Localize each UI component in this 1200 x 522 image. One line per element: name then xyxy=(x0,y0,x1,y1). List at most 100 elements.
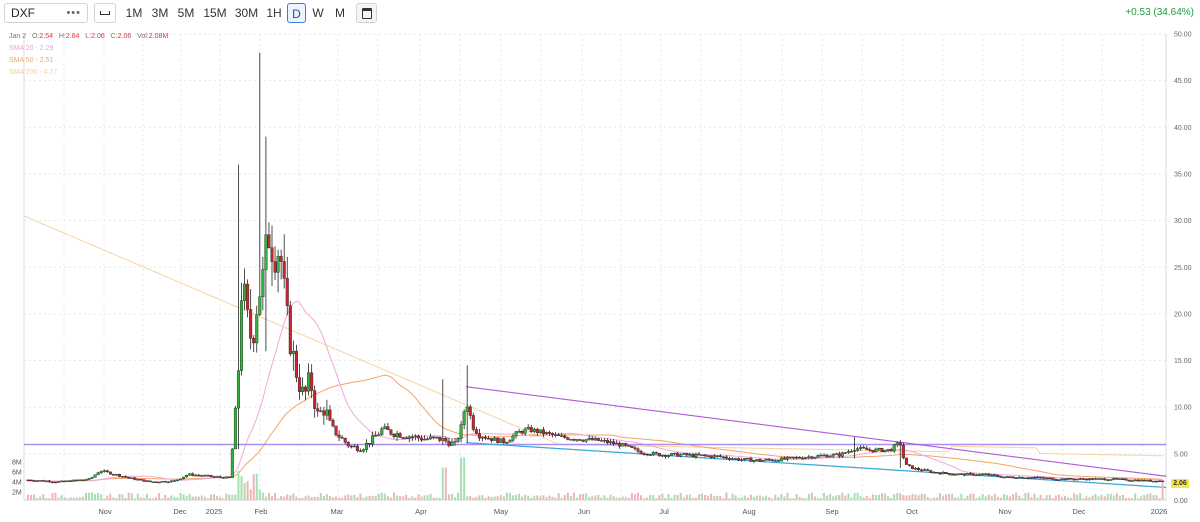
candle-body xyxy=(535,428,539,434)
timeframe-1m[interactable]: 1M xyxy=(124,3,144,23)
candle-body xyxy=(487,438,491,440)
volume-bar xyxy=(579,494,582,500)
candle-body xyxy=(410,436,414,438)
legend-close: 2.06 xyxy=(117,33,132,40)
candle-body xyxy=(121,476,125,478)
candle-body xyxy=(185,475,189,478)
volume-bar xyxy=(637,492,639,500)
candle-body xyxy=(795,457,799,459)
candle-body xyxy=(163,480,167,483)
price-chart[interactable]: 0.00 5.00 10.00 15.00 20.00 25.00 30.00 35.00 40… xyxy=(0,30,1200,522)
candle-body xyxy=(239,300,243,371)
volume-bar xyxy=(877,494,880,500)
chart-type-button[interactable] xyxy=(94,3,116,23)
volume-bar xyxy=(551,496,554,500)
volume-bar xyxy=(841,492,844,500)
volume-bar xyxy=(417,494,420,500)
timeframe-5m[interactable]: 5M xyxy=(175,3,197,23)
volume-bar xyxy=(435,497,438,500)
timeframe-1h[interactable]: 1H xyxy=(264,3,284,23)
candle-body xyxy=(700,454,704,457)
chart-type-icon xyxy=(100,11,110,15)
candle-body xyxy=(965,473,969,476)
candle-body xyxy=(1103,478,1107,481)
volume-bar xyxy=(576,497,578,500)
volume-bar xyxy=(39,496,42,500)
candle-body xyxy=(804,457,808,459)
volume-bar xyxy=(423,495,426,500)
volume-bar xyxy=(884,493,887,500)
timeframe-d[interactable]: D xyxy=(287,3,306,23)
legend-high-label: H: xyxy=(58,33,66,40)
candle-body xyxy=(310,372,314,391)
candle-body xyxy=(215,476,219,478)
volume-bar xyxy=(505,492,508,500)
candle-body xyxy=(1097,478,1101,480)
volume-bar xyxy=(1073,493,1076,500)
candle-body xyxy=(718,455,722,458)
candle-body xyxy=(975,474,979,477)
volume-bar xyxy=(914,494,917,500)
candle-body xyxy=(959,473,963,475)
candle-body xyxy=(334,425,338,436)
volume-bar xyxy=(530,497,533,500)
sma200-legend: SMA 200 - 4.77 xyxy=(9,69,58,76)
volume-bar xyxy=(347,494,350,500)
candle-body xyxy=(1090,478,1094,480)
volume-bar xyxy=(847,493,850,500)
volume-bar xyxy=(121,494,124,500)
legend-vol: 2.08M xyxy=(148,33,169,40)
symbol-input[interactable]: DXF ••• xyxy=(4,3,88,23)
volume-bar xyxy=(1024,493,1027,500)
calendar-button[interactable] xyxy=(356,3,377,23)
volume-bar xyxy=(213,494,216,500)
volume-bar xyxy=(835,495,838,500)
volume-bar xyxy=(719,496,722,500)
more-options-icon[interactable]: ••• xyxy=(66,7,81,19)
candle-body xyxy=(926,469,930,471)
volume-bar xyxy=(252,474,255,500)
volume-bar xyxy=(707,495,710,500)
candle-body xyxy=(1087,478,1091,481)
timeframe-3m[interactable]: 3M xyxy=(149,3,171,23)
candle-body xyxy=(843,452,847,454)
volume-bar xyxy=(597,494,600,500)
volume-bar xyxy=(115,498,118,500)
candle-body xyxy=(423,438,427,441)
candle-body xyxy=(731,458,735,460)
volume-bar xyxy=(368,495,371,500)
candle-body xyxy=(1127,480,1131,482)
volume-bar xyxy=(780,493,783,500)
volume-bar xyxy=(484,497,487,500)
volume-bar xyxy=(328,496,331,500)
timeframe-w[interactable]: W xyxy=(309,3,327,23)
volume-bar xyxy=(792,498,795,500)
volume-bar xyxy=(60,495,63,500)
candle-body xyxy=(230,448,234,478)
volume-bar xyxy=(167,497,170,500)
candle-body xyxy=(514,431,518,437)
volume-bar xyxy=(655,498,658,500)
timeframe-15m[interactable]: 15M xyxy=(202,3,228,23)
volume-bar xyxy=(1045,495,1048,500)
candle-body xyxy=(471,415,475,430)
volume-bar xyxy=(145,493,148,500)
volume-bar xyxy=(1128,497,1131,500)
candle-body xyxy=(99,471,103,473)
volume-bar xyxy=(475,496,478,500)
volume-bar xyxy=(820,498,822,500)
timeframe-30m[interactable]: 30M xyxy=(233,3,260,23)
candle-body xyxy=(142,479,146,482)
candle-body xyxy=(740,459,744,461)
candle-body xyxy=(447,440,451,446)
volume-bar xyxy=(563,494,566,500)
volume-bar xyxy=(929,498,932,500)
volume-bar xyxy=(1088,497,1091,500)
timeframe-m[interactable]: M xyxy=(330,3,350,23)
candle-body xyxy=(578,439,582,441)
candle-body xyxy=(1017,476,1021,479)
volume-bar xyxy=(868,498,871,500)
candle-body xyxy=(1112,478,1116,480)
volume-bar xyxy=(1042,498,1045,500)
candle-body xyxy=(307,372,311,392)
